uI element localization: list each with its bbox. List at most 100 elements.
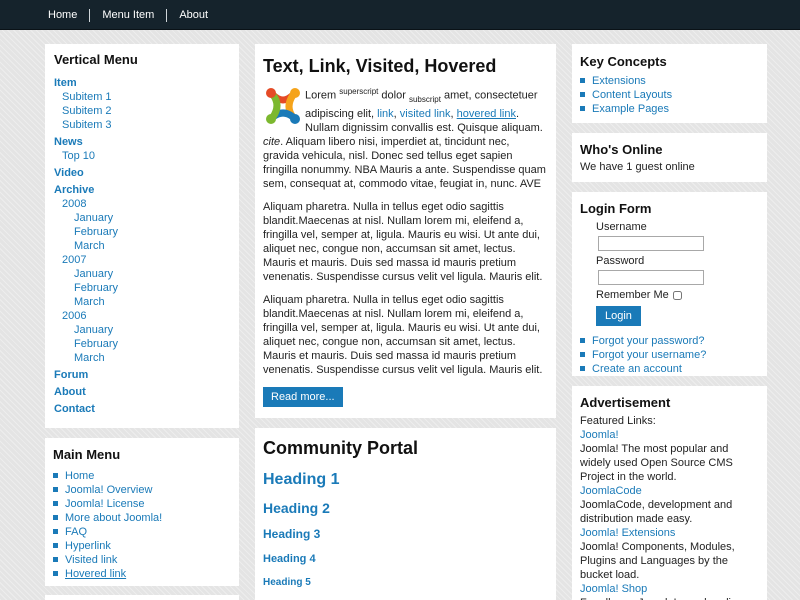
vertical-menu-link-subitem-2[interactable]: Subitem 2 [62, 105, 112, 117]
key-concepts-item: Content Layouts [580, 88, 759, 102]
vertical-menu-link-2008[interactable]: 2008 [62, 198, 86, 210]
vertical-menu-link-subitem-3[interactable]: Subitem 3 [62, 119, 112, 131]
topnav-home-link[interactable]: Home [36, 9, 89, 22]
topnav-menu-item-link[interactable]: Menu Item [89, 8, 166, 22]
main-menu-item: More about Joomla! [53, 511, 231, 525]
vertical-menu-link-march[interactable]: March [74, 296, 105, 308]
main-menu-link-joomla-overview[interactable]: Joomla! Overview [65, 484, 152, 496]
vertical-menu-item: Contact [54, 402, 230, 416]
vertical-menu-item: March [54, 351, 230, 365]
square-bullet-icon [580, 106, 585, 111]
vertical-menu-item: News [54, 135, 230, 149]
square-bullet-icon [53, 515, 58, 520]
vertical-menu-item: Archive [54, 183, 230, 197]
vertical-menu-link-2006[interactable]: 2006 [62, 310, 86, 322]
login-link-forgot-your-password[interactable]: Forgot your password? [592, 335, 705, 347]
article-title: Text, Link, Visited, Hovered [263, 56, 497, 76]
article-paragraph-2: Aliquam pharetra. Nulla in tellus eget o… [263, 200, 543, 283]
vertical-menu-link-2007[interactable]: 2007 [62, 254, 86, 266]
p1-lorem: Lorem [305, 89, 340, 102]
vertical-menu-link-top-10[interactable]: Top 10 [62, 150, 95, 162]
subscript-text: subscript [408, 94, 441, 104]
main-menu-panel: Main Menu Home Joomla! Overview Joomla! Li… [45, 438, 239, 586]
left-next-panel [45, 595, 239, 600]
login-form-panel: Login Form Username Password Remember Me… [572, 192, 767, 376]
ad-link-joomlacode[interactable]: JoomlaCode [580, 484, 759, 498]
vertical-menu-item: February [54, 225, 230, 239]
username-label: Username [596, 221, 647, 233]
ad-link-joomla[interactable]: Joomla! [580, 428, 759, 442]
square-bullet-icon [53, 487, 58, 492]
main-menu-link-more-about-joomla[interactable]: More about Joomla! [65, 512, 162, 524]
login-link-forgot-your-username[interactable]: Forgot your username? [592, 349, 706, 361]
hovered-link[interactable]: hovered link [457, 108, 516, 120]
vertical-menu-item: Subitem 3 [54, 118, 230, 132]
main-menu-title: Main Menu [53, 447, 121, 462]
password-input[interactable] [598, 270, 704, 285]
remember-me-checkbox[interactable] [672, 291, 682, 300]
key-concepts-link-example-pages[interactable]: Example Pages [592, 103, 669, 115]
key-concepts-link-content-layouts[interactable]: Content Layouts [592, 89, 672, 101]
ad-description: JoomlaCode, development and distribution… [580, 499, 733, 525]
vertical-menu-link-subitem-1[interactable]: Subitem 1 [62, 91, 112, 103]
login-link-create-an-account[interactable]: Create an account [592, 363, 682, 375]
vertical-menu-link-contact[interactable]: Contact [54, 403, 95, 415]
login-button[interactable]: Login [596, 306, 641, 326]
featured-links-label: Featured Links: [580, 415, 656, 427]
vertical-menu-item: February [54, 337, 230, 351]
topnav-about-link[interactable]: About [166, 8, 220, 22]
square-bullet-icon [580, 352, 585, 357]
vertical-menu-link-february[interactable]: February [74, 282, 118, 294]
whos-online-panel: Who's Online We have 1 guest online [572, 133, 767, 182]
password-label: Password [596, 255, 645, 267]
main-menu-link-faq[interactable]: FAQ [65, 526, 87, 538]
key-concepts-item: Extensions [580, 74, 759, 88]
sample-link[interactable]: link [377, 108, 394, 120]
visited-link[interactable]: visited link [400, 108, 451, 120]
cite-text: cite [263, 135, 281, 148]
vertical-menu-list: Item Subitem 1 Subitem 2 Subitem 3 News Top 1… [54, 76, 230, 416]
top-bar: Home Menu Item About [0, 0, 800, 30]
joomla-logo-icon [266, 88, 300, 124]
main-menu-link-visited-link[interactable]: Visited link [65, 554, 117, 566]
vertical-menu-item: Forum [54, 368, 230, 382]
main-menu-link-home[interactable]: Home [65, 470, 94, 482]
heading-5: Heading 5 [263, 577, 311, 588]
key-concepts-link-extensions[interactable]: Extensions [592, 75, 646, 87]
main-menu-link-hovered-link[interactable]: Hovered link [65, 568, 126, 580]
square-bullet-icon [580, 92, 585, 97]
vertical-menu-link-archive[interactable]: Archive [54, 184, 94, 196]
article-paragraph-1: Lorem superscript dolor subscript amet, … [263, 85, 548, 191]
vertical-menu-link-february[interactable]: February [74, 226, 118, 238]
vertical-menu-link-march[interactable]: March [74, 352, 105, 364]
main-menu-link-joomla-license[interactable]: Joomla! License [65, 498, 145, 510]
heading-3: Heading 3 [263, 527, 321, 541]
vertical-menu-link-january[interactable]: January [74, 268, 113, 280]
square-bullet-icon [580, 366, 585, 371]
main-menu-item: Joomla! License [53, 497, 231, 511]
main-menu-link-hyperlink[interactable]: Hyperlink [65, 540, 111, 552]
article-panel: Text, Link, Visited, Hovered Lorem super… [255, 44, 556, 418]
vertical-menu-link-news[interactable]: News [54, 136, 83, 148]
vertical-menu-link-about[interactable]: About [54, 386, 86, 398]
read-more-button[interactable]: Read more... [263, 386, 343, 407]
community-portal-panel: Community Portal Heading 1 Heading 2 Hea… [255, 428, 556, 600]
vertical-menu-link-january[interactable]: January [74, 212, 113, 224]
vertical-menu-link-march[interactable]: March [74, 240, 105, 252]
vertical-menu-title: Vertical Menu [54, 52, 138, 67]
username-input[interactable] [598, 236, 704, 251]
main-menu-item: Joomla! Overview [53, 483, 231, 497]
ad-link-joomla-shop[interactable]: Joomla! Shop [580, 582, 759, 596]
heading-2: Heading 2 [263, 500, 330, 516]
square-bullet-icon [53, 557, 58, 562]
square-bullet-icon [53, 543, 58, 548]
vertical-menu-link-forum[interactable]: Forum [54, 369, 88, 381]
ad-link-joomla-extensions[interactable]: Joomla! Extensions [580, 526, 759, 540]
ad-description: Joomla! The most popular and widely used… [580, 443, 733, 483]
vertical-menu-link-item[interactable]: Item [54, 77, 77, 89]
vertical-menu-item: February [54, 281, 230, 295]
vertical-menu-link-february[interactable]: February [74, 338, 118, 350]
vertical-menu-link-january[interactable]: January [74, 324, 113, 336]
main-menu-item: Hovered link [53, 567, 231, 581]
vertical-menu-link-video[interactable]: Video [54, 167, 84, 179]
